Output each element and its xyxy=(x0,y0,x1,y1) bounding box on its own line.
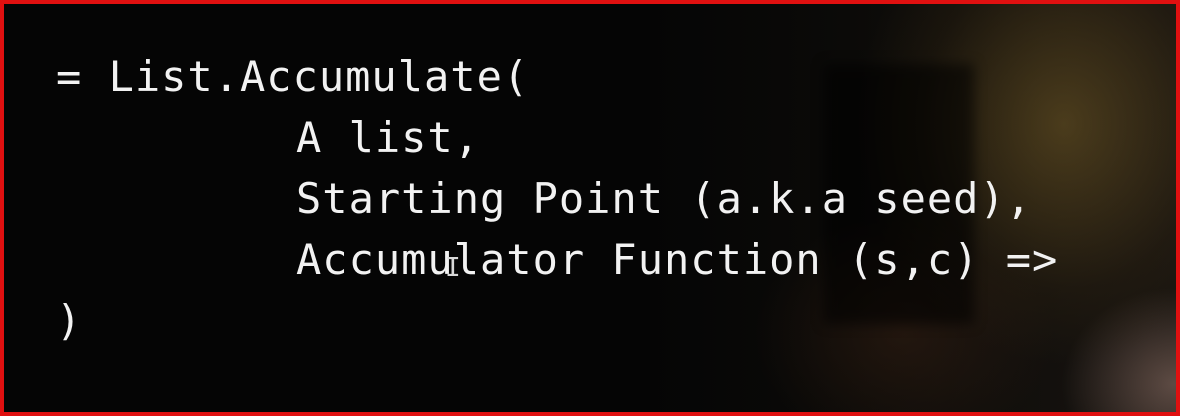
text-cursor-icon: I xyxy=(445,253,461,283)
code-line-3: Starting Point (a.k.a seed), xyxy=(296,174,1033,223)
code-line-4: Accumulator Function (s,c) => xyxy=(296,235,1059,284)
code-line-5: ) xyxy=(56,296,83,345)
code-line-1: = List.Accumulate( xyxy=(56,52,530,101)
video-frame: = List.Accumulate( A list, Starting Point … xyxy=(0,0,1180,416)
code-line-2: A list, xyxy=(296,113,481,162)
code-block: = List.Accumulate( A list, Starting Point … xyxy=(56,46,1058,351)
